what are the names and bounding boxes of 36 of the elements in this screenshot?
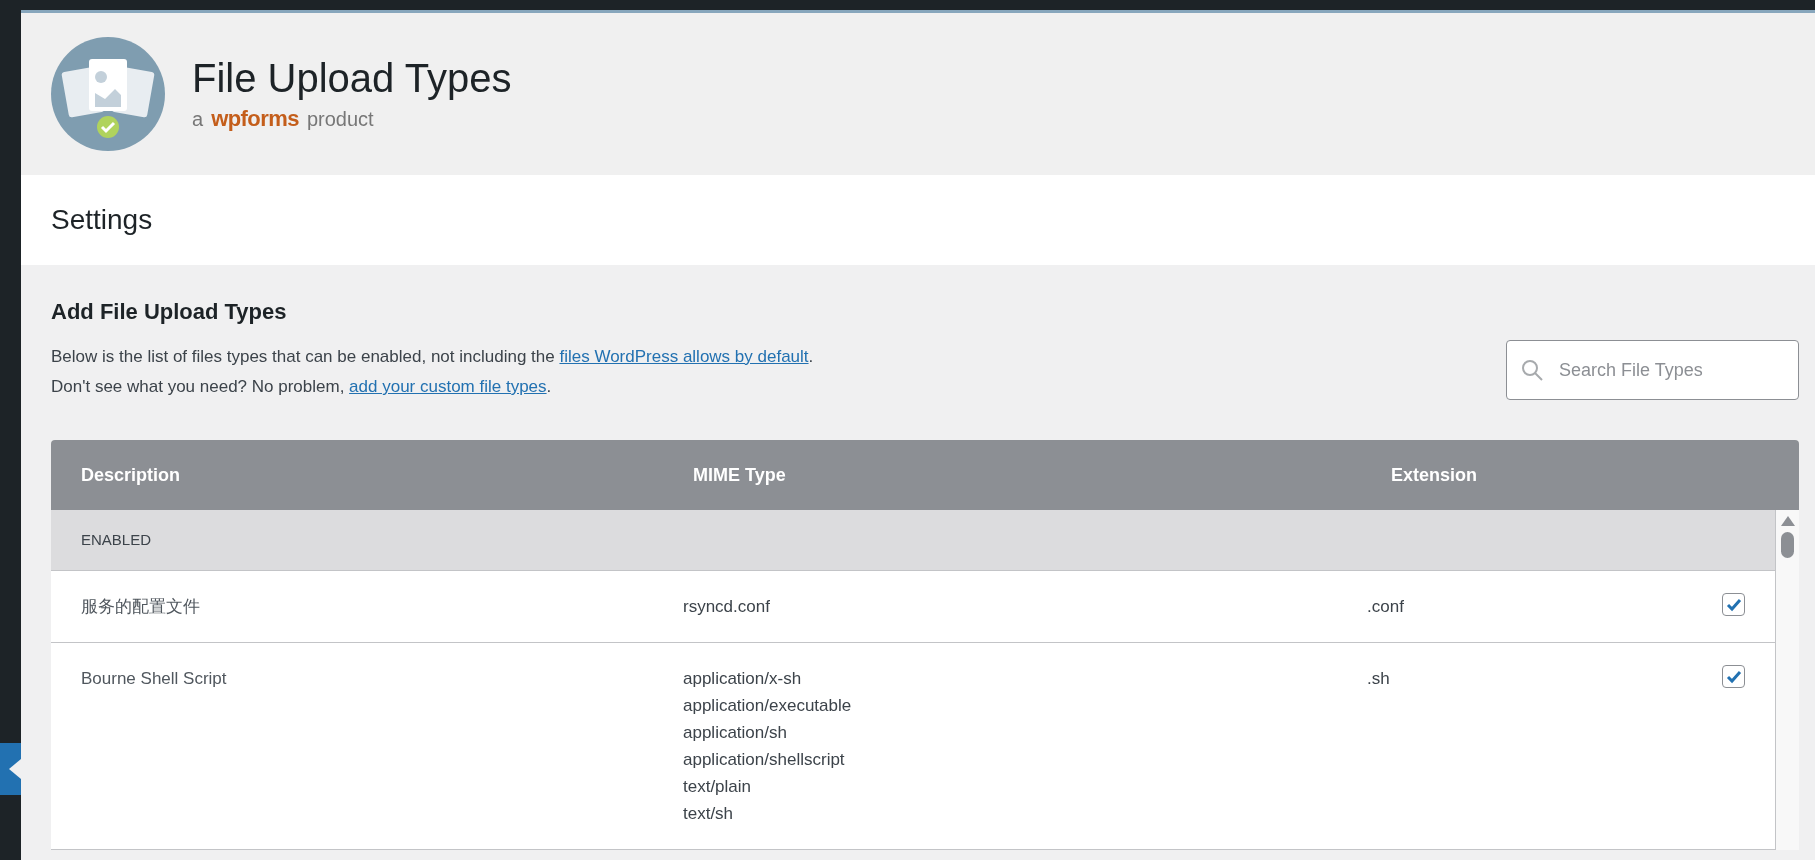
caret-left-icon <box>9 759 21 779</box>
settings-heading: Settings <box>51 203 153 237</box>
check-icon <box>1725 668 1742 685</box>
subtitle-suffix: product <box>306 106 374 132</box>
table-cell-text: .sh <box>1367 668 1391 690</box>
table-cell-text: text/plain <box>683 776 753 798</box>
table-cell-text: rsyncd.conf <box>683 596 771 618</box>
description-text: Don't see what you need? No problem, add your custom file types. <box>51 376 553 398</box>
inline-link[interactable]: add your custom file types <box>349 377 547 396</box>
table-cell-text: application/sh <box>683 722 788 744</box>
scroll-thumb[interactable] <box>1781 532 1794 558</box>
section-title: Add File Upload Types <box>51 298 288 326</box>
collapse-tab[interactable] <box>0 743 21 795</box>
search-field[interactable]: Search File Types <box>1506 340 1799 400</box>
table-cell-text: 服务的配置文件 <box>81 596 201 618</box>
file-types-logo-icon <box>51 37 165 151</box>
subtitle-prefix: a <box>192 106 204 132</box>
brand-logo: wpforms <box>211 104 299 133</box>
plugin-title: File Upload Types <box>192 54 512 102</box>
table-cell-text: application/shellscript <box>683 749 846 771</box>
table-cell-text: application/x-sh <box>683 668 803 690</box>
check-icon <box>1725 596 1742 613</box>
table-cell-text: Bourne Shell Script <box>81 668 228 690</box>
checkbox[interactable] <box>1722 665 1745 688</box>
scroll-up-icon[interactable] <box>1780 516 1795 526</box>
column-header: Description <box>81 463 182 487</box>
column-header: Extension <box>1391 463 1478 487</box>
table-cell-text: .conf <box>1367 596 1405 618</box>
group-label: ENABLED <box>81 529 152 550</box>
column-header: MIME Type <box>693 463 787 487</box>
description-text: Below is the list of files types that can be enabled, not including the files WordPress allows by default. <box>51 346 814 368</box>
search-icon <box>1520 358 1544 382</box>
inline-link[interactable]: files WordPress allows by default <box>559 347 809 366</box>
table-cell-text: application/executable <box>683 695 853 717</box>
checkbox[interactable] <box>1722 593 1745 616</box>
table-cell-text: text/sh <box>683 803 735 825</box>
